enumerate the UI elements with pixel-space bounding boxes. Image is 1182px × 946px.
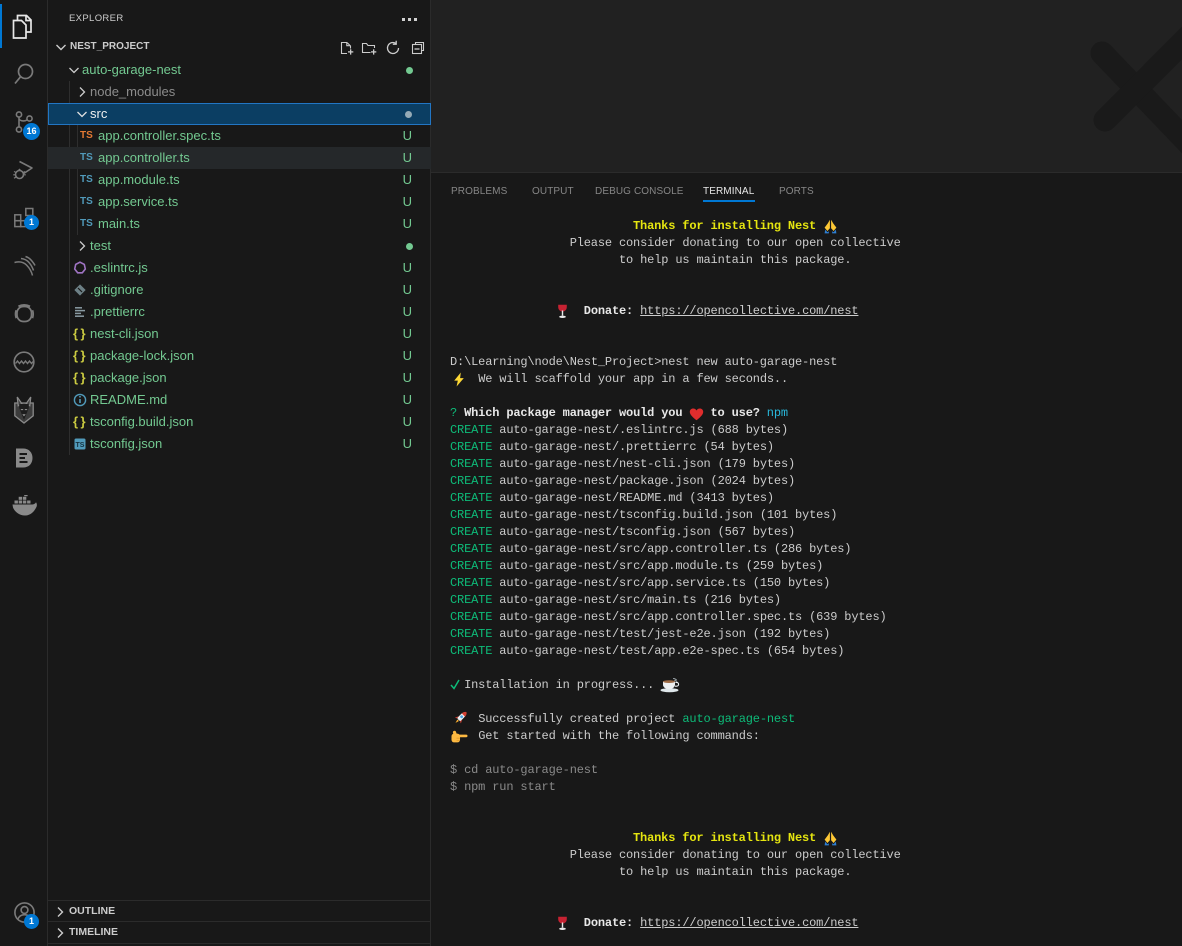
svg-text:TS: TS	[76, 442, 85, 449]
